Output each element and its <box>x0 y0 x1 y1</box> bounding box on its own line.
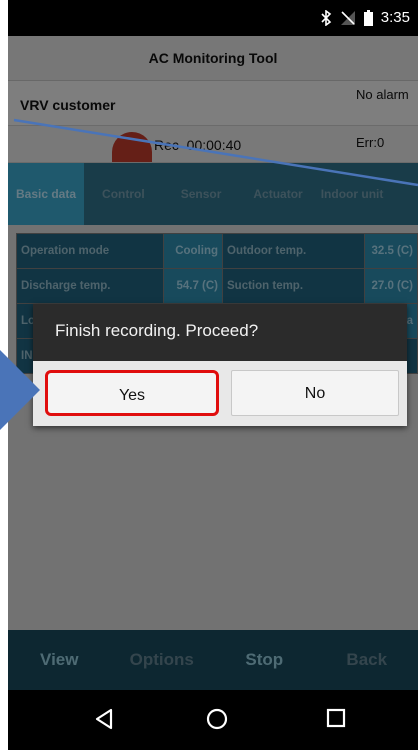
annotation-line <box>13 118 418 187</box>
annotation-arrow-icon <box>0 350 40 430</box>
